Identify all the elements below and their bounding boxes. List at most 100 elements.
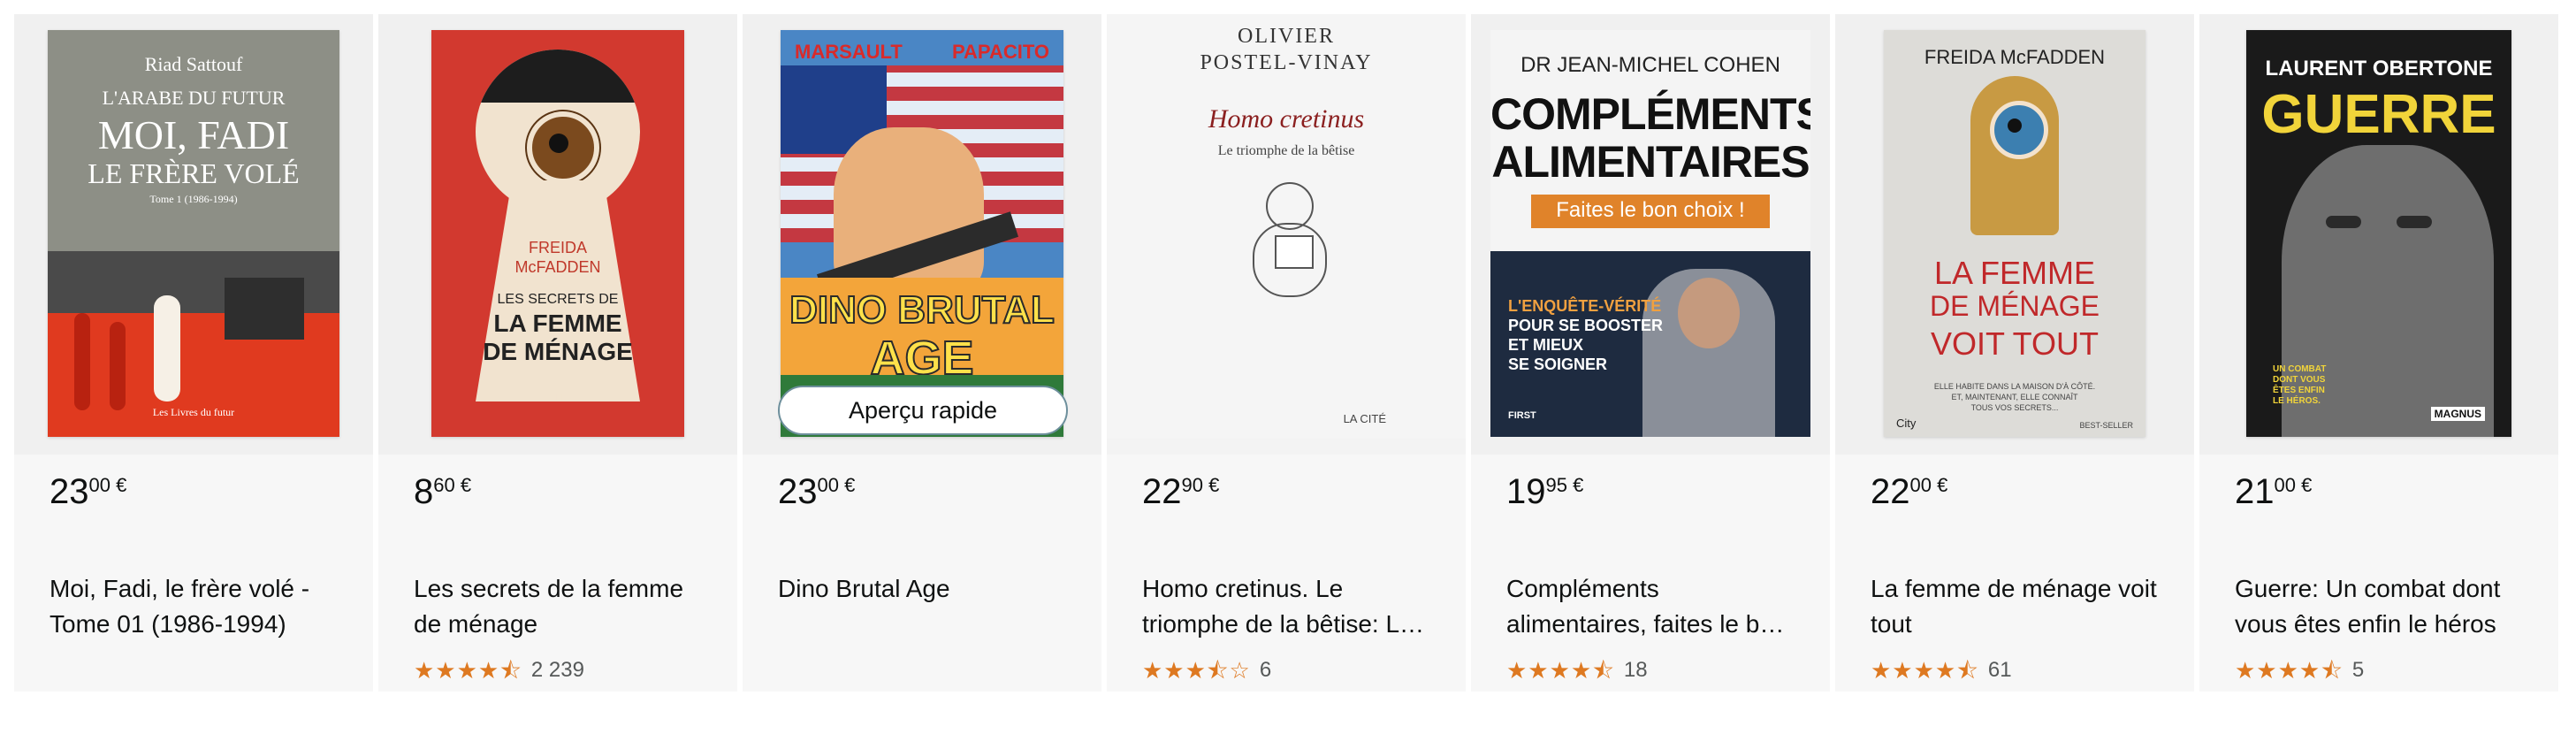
cover-publisher: City: [1896, 417, 1917, 430]
cover-keyhole: [1970, 76, 2059, 235]
cover-badge: BEST-SELLER: [2079, 421, 2133, 430]
product-card[interactable]: Riad Sattouf L'ARABE DU FUTUR MOI, FADI …: [14, 14, 373, 692]
rating[interactable]: ★★★★⯪ 2 239: [414, 658, 584, 683]
product-title[interactable]: Compléments alimentaires, faites le b…: [1506, 571, 1798, 642]
review-count: 5: [2351, 658, 2365, 682]
book-cover: OLIVIER POSTEL-VINAY Homo cretinus Le tr…: [1107, 14, 1466, 439]
product-image-area[interactable]: OLIVIER POSTEL-VINAY Homo cretinus Le tr…: [1107, 14, 1466, 455]
cover-pitch-line2: DONT VOUS: [2273, 375, 2326, 385]
book-cover: LAURENT OBERTONE GUERRE UN COMBAT DONT V…: [2246, 30, 2511, 437]
price-whole: 19: [1506, 472, 1546, 511]
cover-pitch-line4: LE HÉROS.: [2273, 396, 2321, 406]
star-rating-icon: ★★★★⯪: [2235, 657, 2344, 684]
cover-tome: Tome 1 (1986-1994): [149, 193, 238, 205]
star-rating-icon: ★★★⯪☆: [1142, 657, 1251, 684]
cover-author1: MARSAULT: [795, 41, 903, 63]
cover-title-line2: LE FRÈRE VOLÉ: [88, 157, 300, 189]
price-fraction: 00 €: [1909, 474, 1948, 496]
price-whole: 23: [778, 472, 818, 511]
product-card[interactable]: FREIDA McFADDEN LES SECRETS DE LA FEMME …: [378, 14, 737, 692]
star-rating-icon: ★★★★⯪: [414, 657, 522, 684]
cover-author: Riad Sattouf: [144, 53, 243, 75]
product-title[interactable]: Moi, Fadi, le frère volé - Tome 01 (1986…: [50, 571, 341, 642]
cover-pitch-line3: ÊTES ENFIN: [2273, 386, 2325, 395]
cover-publisher: Les Livres du futur: [152, 406, 235, 418]
cover-pitch-line4: SE SOIGNER: [1508, 356, 1608, 373]
product-title[interactable]: Les secrets de la femme de ménage: [414, 571, 705, 642]
cover-title-line1: LES SECRETS DE: [497, 292, 619, 307]
price-fraction: 90 €: [1181, 474, 1220, 496]
price-whole: 8: [414, 472, 434, 511]
product-title[interactable]: Guerre: Un combat dont vous êtes enfin l…: [2235, 571, 2526, 642]
cover-blurb-line1: ELLE HABITE DANS LA MAISON D'À CÔTÉ.: [1933, 382, 2096, 391]
review-count: 61: [1987, 658, 2012, 682]
book-cover: Riad Sattouf L'ARABE DU FUTUR MOI, FADI …: [48, 30, 339, 437]
cover-title-line3: DE MÉNAGE: [483, 338, 633, 365]
price-whole: 23: [50, 472, 89, 511]
product-card[interactable]: FREIDA McFADDEN LA FEMME DE MÉNAGE VOIT …: [1835, 14, 2194, 692]
rating[interactable]: ★★★★⯪ 61: [1871, 658, 2012, 683]
cover-author-line1: OLIVIER: [1238, 25, 1335, 48]
price-fraction: 00 €: [88, 474, 127, 496]
product-price: 2300 €: [50, 474, 126, 509]
price-fraction: 95 €: [1545, 474, 1584, 496]
rating[interactable]: ★★★★⯪ 5: [2235, 658, 2364, 683]
cover-title-line1: DINO BRUTAL: [789, 287, 1056, 333]
review-count: 18: [1623, 658, 1648, 682]
cover-title-line1: MOI, FADI: [97, 112, 290, 157]
cover-title-line1: LA FEMME: [1933, 255, 2096, 291]
cover-tag-text: Faites le bon choix !: [1556, 198, 1745, 222]
product-title[interactable]: Homo cretinus. Le triomphe de la bêtise:…: [1142, 571, 1434, 642]
cover-keyhole-stem: [476, 180, 640, 401]
cover-author2: PAPACITO: [951, 41, 1049, 63]
price-whole: 22: [1871, 472, 1910, 511]
product-image-area[interactable]: LAURENT OBERTONE GUERRE UN COMBAT DONT V…: [2199, 14, 2558, 455]
cover-series: L'ARABE DU FUTUR: [102, 87, 286, 109]
price-whole: 21: [2235, 472, 2275, 511]
quick-view-button[interactable]: Aperçu rapide: [778, 386, 1068, 435]
cover-pitch-line3: ET MIEUX: [1508, 336, 1584, 354]
book-cover: MARSAULT PAPACITO DINO BRUTAL AGE: [781, 30, 1063, 437]
cover-title-line1: Homo cretinus: [1208, 104, 1365, 134]
cover-title-line1: COMPLÉMENTS: [1490, 89, 1810, 139]
cover-title-line2: ALIMENTAIRES: [1491, 137, 1810, 187]
product-title[interactable]: Dino Brutal Age: [778, 571, 1070, 607]
cover-publisher: LA CITÉ: [1343, 412, 1386, 425]
cover-pitch-line2: POUR SE BOOSTER: [1508, 317, 1664, 334]
product-price: 2200 €: [1871, 474, 1947, 509]
star-rating-icon: ★★★★⯪: [1506, 657, 1615, 684]
cover-author-line2: POSTEL-VINAY: [1200, 51, 1373, 74]
cover-author-line1: FREIDA: [528, 239, 587, 256]
monkey-illustration: [1239, 182, 1337, 306]
cover-pitch-line1: UN COMBAT: [2273, 364, 2327, 374]
product-price: 2300 €: [778, 474, 855, 509]
price-fraction: 60 €: [433, 474, 472, 496]
review-count: 2 239: [530, 658, 584, 682]
cover-publisher: MAGNUS: [2430, 407, 2485, 421]
product-image-area[interactable]: Riad Sattouf L'ARABE DU FUTUR MOI, FADI …: [14, 14, 373, 455]
book-cover: DR JEAN-MICHEL COHEN COMPLÉMENTS ALIMENT…: [1490, 30, 1810, 437]
product-card[interactable]: OLIVIER POSTEL-VINAY Homo cretinus Le tr…: [1107, 14, 1466, 692]
cover-title: GUERRE: [2261, 84, 2496, 145]
book-cover: FREIDA McFADDEN LA FEMME DE MÉNAGE VOIT …: [1884, 30, 2145, 437]
product-card[interactable]: LAURENT OBERTONE GUERRE UN COMBAT DONT V…: [2199, 14, 2558, 692]
product-image-area[interactable]: FREIDA McFADDEN LES SECRETS DE LA FEMME …: [378, 14, 737, 455]
product-title[interactable]: La femme de ménage voit tout: [1871, 571, 2162, 642]
cover-author: FREIDA McFADDEN: [1924, 46, 2106, 68]
rating[interactable]: ★★★★⯪ 18: [1506, 658, 1648, 683]
cover-pitch-line1: L'ENQUÊTE-VÉRITÉ: [1508, 297, 1662, 315]
cover-title-line2: Le triomphe de la bêtise: [1217, 143, 1355, 158]
cover-title-line2: DE MÉNAGE: [1929, 290, 2100, 322]
product-price: 2290 €: [1142, 474, 1219, 509]
cover-blurb-line3: TOUS VOS SECRETS...: [1970, 403, 2059, 412]
star-rating-icon: ★★★★⯪: [1871, 657, 1979, 684]
product-image-area[interactable]: DR JEAN-MICHEL COHEN COMPLÉMENTS ALIMENT…: [1471, 14, 1830, 455]
product-card[interactable]: DR JEAN-MICHEL COHEN COMPLÉMENTS ALIMENT…: [1471, 14, 1830, 692]
cover-publisher: J'AI LU: [542, 393, 574, 403]
product-image-area[interactable]: FREIDA McFADDEN LA FEMME DE MÉNAGE VOIT …: [1835, 14, 2194, 455]
product-price: 1995 €: [1506, 474, 1583, 509]
rating[interactable]: ★★★⯪☆ 6: [1142, 658, 1271, 683]
product-image-area[interactable]: MARSAULT PAPACITO DINO BRUTAL AGE Aperçu…: [743, 14, 1101, 455]
product-card[interactable]: MARSAULT PAPACITO DINO BRUTAL AGE Aperçu…: [743, 14, 1101, 692]
product-price: 860 €: [414, 474, 471, 509]
